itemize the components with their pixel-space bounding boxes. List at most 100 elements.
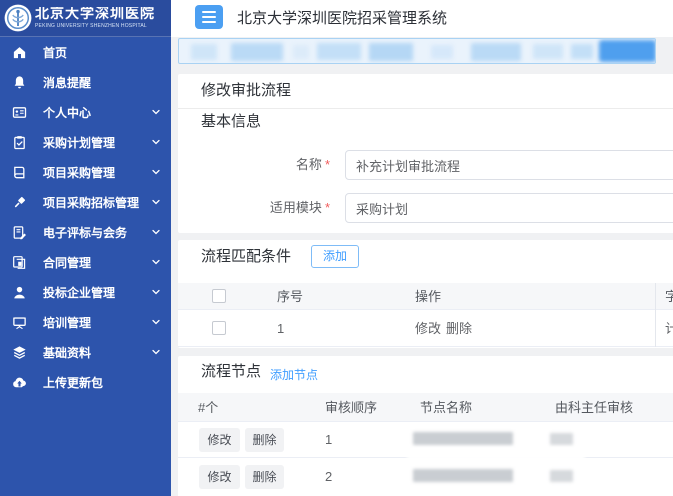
page-title: 修改审批流程 xyxy=(178,74,673,109)
add-node-link[interactable]: 添加节点 xyxy=(270,365,318,385)
add-condition-button[interactable]: 添加 xyxy=(311,245,359,268)
sidebar-item-home[interactable]: 首页 xyxy=(0,37,171,67)
modify-node-button[interactable]: 修改 xyxy=(199,428,240,452)
redacted-tab xyxy=(471,43,521,61)
name-input[interactable] xyxy=(345,150,673,180)
delete-node-button[interactable]: 删除 xyxy=(245,428,284,452)
sidebar-item-label: 消息提醒 xyxy=(43,74,91,91)
id-card-icon xyxy=(12,105,28,120)
sidebar-item-project-bidding[interactable]: 项目采购招标管理 xyxy=(0,187,171,217)
system-title: 北京大学深圳医院招采管理系统 xyxy=(237,0,447,37)
sidebar-item-base-data[interactable]: 基础资料 xyxy=(0,337,171,367)
clipboard-check-icon xyxy=(12,135,28,150)
hamburger-icon xyxy=(202,11,216,13)
redacted-primary-button[interactable] xyxy=(599,40,656,62)
presentation-icon xyxy=(12,315,28,330)
redaction-artifact xyxy=(407,448,585,463)
match-conditions-panel: 流程匹配条件 添加 序号 操作 字 1 修改 删除 计 xyxy=(178,240,673,348)
sidebar-item-e-evaluation[interactable]: 电子评标与会务 xyxy=(0,217,171,247)
modify-node-button[interactable]: 修改 xyxy=(199,465,240,489)
app-window: 北京大学深圳医院 PEKING UNIVERSITY SHENZHEN HOSP… xyxy=(0,0,673,496)
hospital-logo: 北京大学深圳医院 PEKING UNIVERSITY SHENZHEN HOSP… xyxy=(0,0,171,37)
select-all-checkbox[interactable] xyxy=(212,289,226,303)
modify-action[interactable]: 修改 xyxy=(415,310,441,347)
flow-nodes-panel: 流程节点 添加节点 #个 审核顺序 节点名称 由科主任审核 修改 删除 1 修改… xyxy=(178,356,673,496)
seq-cell: 1 xyxy=(277,310,284,347)
conditions-table-header: 序号 操作 字 xyxy=(178,283,673,310)
sidebar-item-label: 项目采购管理 xyxy=(43,164,115,181)
redacted-tab xyxy=(369,43,413,61)
section-title-basic-info: 基本信息 xyxy=(201,112,261,132)
sidebar-item-training[interactable]: 培训管理 xyxy=(0,307,171,337)
row-checkbox[interactable] xyxy=(212,321,226,335)
gavel-icon xyxy=(12,195,28,210)
bell-icon xyxy=(12,75,28,90)
hamburger-menu-button[interactable] xyxy=(195,5,223,29)
column-node-name: 节点名称 xyxy=(420,393,472,422)
sidebar: 北京大学深圳医院 PEKING UNIVERSITY SHENZHEN HOSP… xyxy=(0,0,171,496)
clipped-cell: 计 xyxy=(665,310,673,347)
redacted-tab xyxy=(191,44,217,60)
layers-icon xyxy=(12,345,28,360)
chevron-down-icon xyxy=(150,286,162,298)
chevron-down-icon xyxy=(150,136,162,148)
sidebar-item-label: 合同管理 xyxy=(43,254,91,271)
chevron-down-icon xyxy=(150,196,162,208)
column-index: #个 xyxy=(198,393,218,422)
home-icon xyxy=(12,45,28,60)
copy-icon xyxy=(12,255,28,270)
module-field-label: 适用模块* xyxy=(178,193,330,223)
hospital-emblem-icon xyxy=(4,4,32,32)
redacted-tab xyxy=(571,44,593,59)
redacted-tab xyxy=(317,43,361,60)
chevron-down-icon xyxy=(150,346,162,358)
section-title-match-conditions: 流程匹配条件 xyxy=(201,247,291,267)
redacted-tab xyxy=(533,44,563,59)
sidebar-item-label: 上传更新包 xyxy=(43,374,103,391)
book-icon xyxy=(12,165,28,180)
sidebar-item-label: 项目采购招标管理 xyxy=(43,194,139,211)
top-header: 北京大学深圳医院招采管理系统 xyxy=(171,0,673,37)
sidebar-item-project-procurement[interactable]: 项目采购管理 xyxy=(0,157,171,187)
redacted-tab xyxy=(293,45,309,59)
column-reviewer: 由科主任审核 xyxy=(555,393,633,422)
sidebar-item-messages[interactable]: 消息提醒 xyxy=(0,67,171,97)
sidebar-item-procurement-plan[interactable]: 采购计划管理 xyxy=(0,127,171,157)
required-marker: * xyxy=(325,200,330,215)
sidebar-item-contract[interactable]: 合同管理 xyxy=(0,247,171,277)
sidebar-item-upload-package[interactable]: 上传更新包 xyxy=(0,367,171,397)
chevron-down-icon xyxy=(150,166,162,178)
order-cell: 1 xyxy=(325,422,332,458)
name-field-label: 名称* xyxy=(178,150,330,180)
sidebar-item-personal-center[interactable]: 个人中心 xyxy=(0,97,171,127)
sidebar-item-bidder-companies[interactable]: 投标企业管理 xyxy=(0,277,171,307)
chevron-down-icon xyxy=(150,256,162,268)
sidebar-item-label: 采购计划管理 xyxy=(43,134,115,151)
hospital-name-cn: 北京大学深圳医院 xyxy=(35,7,155,22)
redacted-node-name xyxy=(413,432,513,445)
redacted-reviewer xyxy=(550,470,573,482)
condition-row: 1 修改 删除 计 xyxy=(178,310,673,347)
sidebar-item-label: 首页 xyxy=(43,44,67,61)
redacted-tab xyxy=(231,43,283,61)
chevron-down-icon xyxy=(150,316,162,328)
node-row: 修改 删除 2 xyxy=(178,458,673,496)
column-divider xyxy=(655,283,656,347)
column-clipped: 字 xyxy=(665,283,673,310)
cloud-upload-icon xyxy=(12,375,28,390)
document-edit-icon xyxy=(12,225,28,240)
required-marker: * xyxy=(325,157,330,172)
column-action: 操作 xyxy=(415,283,441,310)
sidebar-item-label: 投标企业管理 xyxy=(43,284,115,301)
sidebar-item-label: 基础资料 xyxy=(43,344,91,361)
sidebar-item-label: 个人中心 xyxy=(43,104,91,121)
chevron-down-icon xyxy=(150,226,162,238)
hospital-name-en: PEKING UNIVERSITY SHENZHEN HOSPITAL xyxy=(35,23,155,29)
sidebar-item-label: 电子评标与会务 xyxy=(43,224,127,241)
redacted-node-name xyxy=(413,469,513,482)
module-input[interactable] xyxy=(345,193,673,223)
section-title-flow-nodes: 流程节点 xyxy=(201,362,261,382)
redacted-tab xyxy=(431,45,453,59)
delete-node-button[interactable]: 删除 xyxy=(245,465,284,489)
delete-action[interactable]: 删除 xyxy=(446,310,472,347)
